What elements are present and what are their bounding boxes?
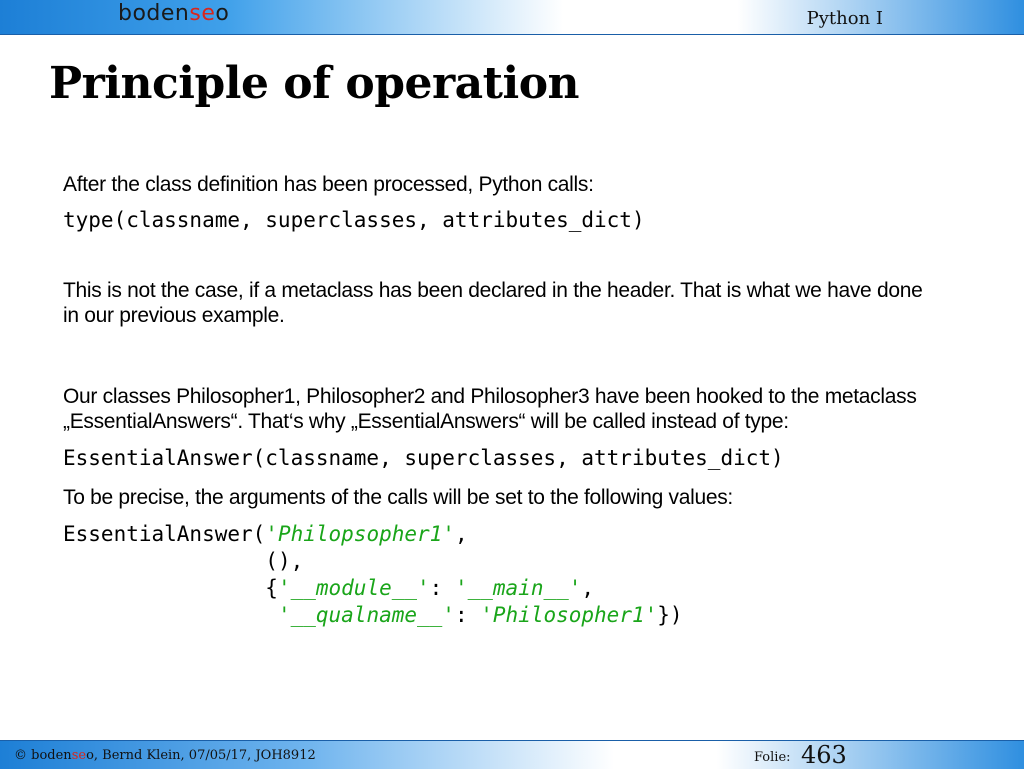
code-line-1: EssentialAnswer('Philopsopher1', bbox=[63, 522, 468, 546]
footer-credits: © bodenseo, Bernd Klein, 07/05/17, JOH89… bbox=[14, 748, 316, 763]
paragraph-1: After the class definition has been proc… bbox=[63, 173, 594, 196]
paragraph-3: Our classes Philosopher1, Philosopher2 a… bbox=[63, 385, 917, 433]
code-type-call: type(classname, superclasses, attributes… bbox=[63, 208, 645, 232]
code-line-3: {'__module__': '__main__', bbox=[265, 576, 595, 600]
code-line-4: '__qualname__': 'Philosopher1'}) bbox=[277, 603, 683, 627]
paragraph-4: To be precise, the arguments of the call… bbox=[63, 486, 733, 509]
slide-number: 463 bbox=[801, 741, 847, 769]
code-line-2: (), bbox=[265, 549, 304, 573]
bodenseo-logo: bodenseo bbox=[118, 1, 230, 26]
slide-content: After the class definition has been proc… bbox=[63, 172, 923, 629]
code-essential-answer-call: EssentialAnswer(classname, superclasses,… bbox=[63, 446, 784, 470]
paragraph-2: This is not the case, if a metaclass has… bbox=[63, 279, 923, 327]
code-block-arguments: EssentialAnswer('Philopsopher1', (), {'_… bbox=[63, 521, 923, 629]
slide-title: Principle of operation bbox=[49, 58, 580, 109]
footer-bar: © bodenseo, Bernd Klein, 07/05/17, JOH89… bbox=[0, 740, 1024, 769]
slide-number-label: Folie: bbox=[754, 750, 791, 765]
header-bar: bodenseo Python I bbox=[0, 0, 1024, 35]
course-title: Python I bbox=[806, 8, 883, 29]
footer-logo: bodenseo bbox=[31, 748, 94, 763]
